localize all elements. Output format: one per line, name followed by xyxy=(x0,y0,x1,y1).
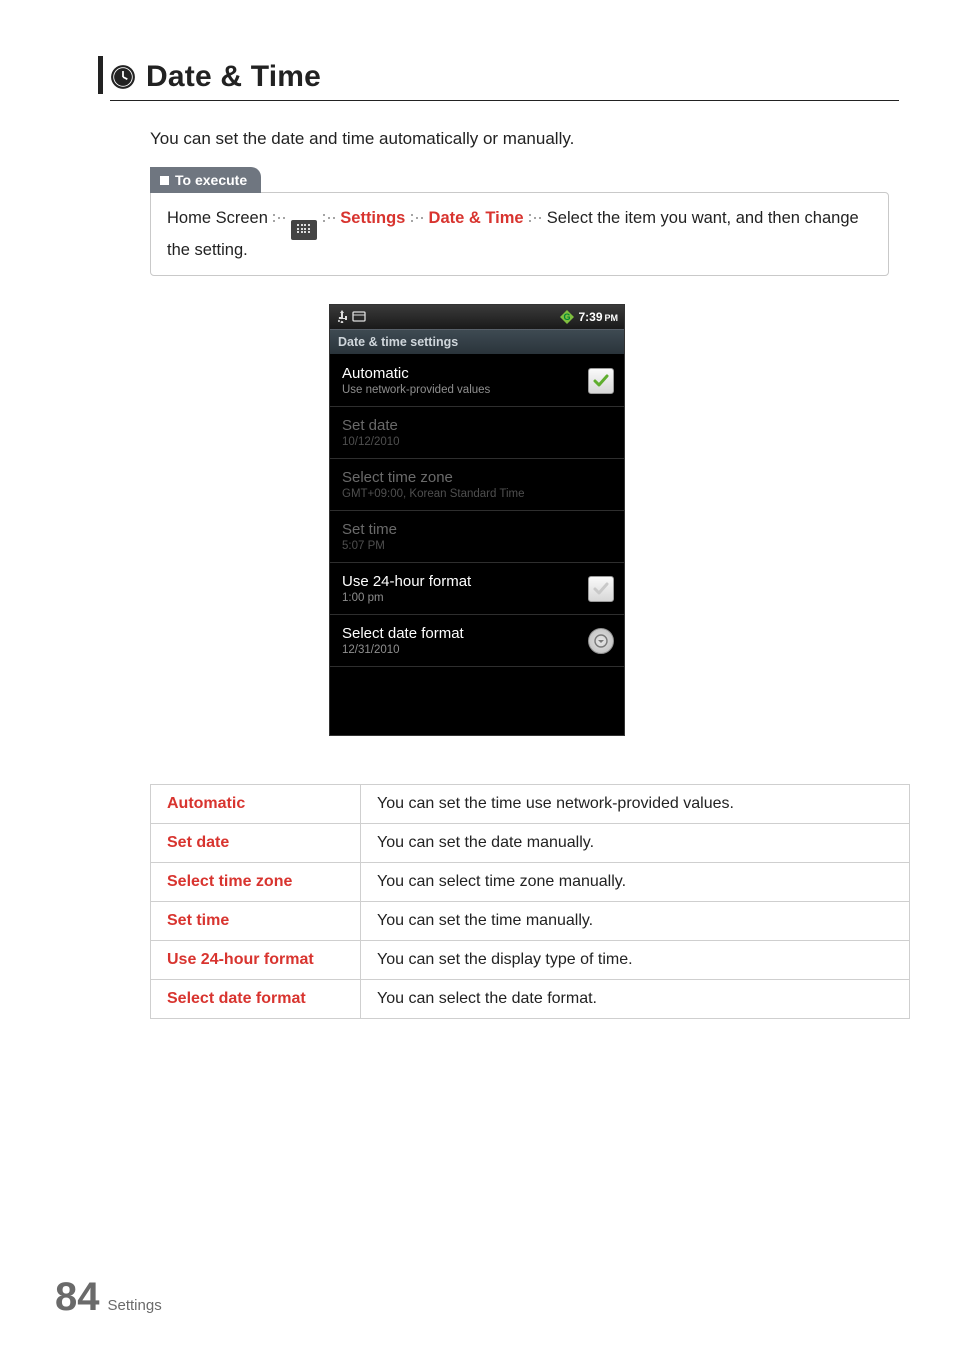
footer-section: Settings xyxy=(108,1297,162,1314)
section-heading: Date & Time xyxy=(110,60,899,101)
status-right: G 7:39 PM xyxy=(560,310,618,324)
phone-screenshot: G 7:39 PM Date & time settings Automatic… xyxy=(329,304,625,736)
checkbox-unchecked-icon[interactable] xyxy=(588,576,614,602)
row-subtitle: Use network-provided values xyxy=(342,384,490,396)
row-title: Set time xyxy=(342,521,397,538)
arrow-icon xyxy=(322,206,336,218)
row-subtitle: 10/12/2010 xyxy=(342,436,400,448)
page-footer: 84 Settings xyxy=(55,1275,162,1320)
table-row: Use 24-hour format You can set the displ… xyxy=(151,941,910,980)
apps-grid-icon xyxy=(291,220,317,240)
crumb-home: Home Screen xyxy=(167,209,268,227)
status-time: 7:39 xyxy=(578,310,602,324)
table-key: Set time xyxy=(151,902,361,941)
arrow-icon xyxy=(272,206,286,218)
row-automatic[interactable]: Automatic Use network-provided values xyxy=(330,355,624,407)
table-key: Select time zone xyxy=(151,863,361,902)
network-g-icon: G xyxy=(560,310,574,324)
row-title: Select date format xyxy=(342,625,464,642)
heading-accent-bar xyxy=(98,56,103,94)
row-use-24h[interactable]: Use 24-hour format 1:00 pm xyxy=(330,563,624,615)
table-value: You can select the date format. xyxy=(361,980,910,1019)
square-bullet-icon xyxy=(160,176,169,185)
row-subtitle: 5:07 PM xyxy=(342,540,397,552)
row-set-time[interactable]: Set time 5:07 PM xyxy=(330,511,624,563)
row-subtitle: GMT+09:00, Korean Standard Time xyxy=(342,488,525,500)
status-left xyxy=(336,309,366,326)
status-clock: 7:39 PM xyxy=(578,310,618,324)
arrow-icon xyxy=(528,206,542,218)
arrow-icon xyxy=(410,206,424,218)
box-icon xyxy=(352,309,366,326)
heading-row: Date & Time xyxy=(110,60,899,101)
clock-icon xyxy=(110,64,136,90)
manual-page: Date & Time You can set the date and tim… xyxy=(0,0,954,1354)
table-row: Select date format You can select the da… xyxy=(151,980,910,1019)
to-execute-block: To execute Home Screen Settings Date & T… xyxy=(150,167,889,276)
crumb-settings: Settings xyxy=(340,209,405,227)
table-key: Set date xyxy=(151,824,361,863)
row-set-date[interactable]: Set date 10/12/2010 xyxy=(330,407,624,459)
row-select-timezone[interactable]: Select time zone GMT+09:00, Korean Stand… xyxy=(330,459,624,511)
page-title: Date & Time xyxy=(146,60,321,94)
usb-icon xyxy=(336,309,348,326)
row-title: Automatic xyxy=(342,365,490,382)
row-subtitle: 1:00 pm xyxy=(342,592,471,604)
row-subtitle: 12/31/2010 xyxy=(342,644,464,656)
explanations-table: Automatic You can set the time use netwo… xyxy=(150,784,910,1019)
table-key: Use 24-hour format xyxy=(151,941,361,980)
checkbox-checked-icon[interactable] xyxy=(588,368,614,394)
screen-title: Date & time settings xyxy=(330,329,624,355)
table-value: You can set the date manually. xyxy=(361,824,910,863)
table-value: You can select time zone manually. xyxy=(361,863,910,902)
table-value: You can set the display type of time. xyxy=(361,941,910,980)
row-select-date-format[interactable]: Select date format 12/31/2010 xyxy=(330,615,624,667)
table-key: Automatic xyxy=(151,785,361,824)
status-bar: G 7:39 PM xyxy=(330,305,624,329)
table-row: Automatic You can set the time use netwo… xyxy=(151,785,910,824)
settings-list: Automatic Use network-provided values Se… xyxy=(330,355,624,735)
svg-text:G: G xyxy=(564,312,571,322)
row-title: Select time zone xyxy=(342,469,525,486)
breadcrumb: Home Screen Settings Date & Time Select … xyxy=(150,192,889,276)
status-ampm: PM xyxy=(605,313,619,323)
table-row: Set time You can set the time manually. xyxy=(151,902,910,941)
row-title: Use 24-hour format xyxy=(342,573,471,590)
dropdown-indicator-icon[interactable] xyxy=(588,628,614,654)
crumb-datetime: Date & Time xyxy=(429,209,524,227)
table-row: Set date You can set the date manually. xyxy=(151,824,910,863)
table-value: You can set the time manually. xyxy=(361,902,910,941)
to-execute-label: To execute xyxy=(175,172,247,188)
to-execute-tab: To execute xyxy=(150,167,261,193)
intro-text: You can set the date and time automatica… xyxy=(150,129,899,149)
table-value: You can set the time use network-provide… xyxy=(361,785,910,824)
row-title: Set date xyxy=(342,417,400,434)
page-number: 84 xyxy=(55,1275,100,1320)
table-row: Select time zone You can select time zon… xyxy=(151,863,910,902)
table-key: Select date format xyxy=(151,980,361,1019)
